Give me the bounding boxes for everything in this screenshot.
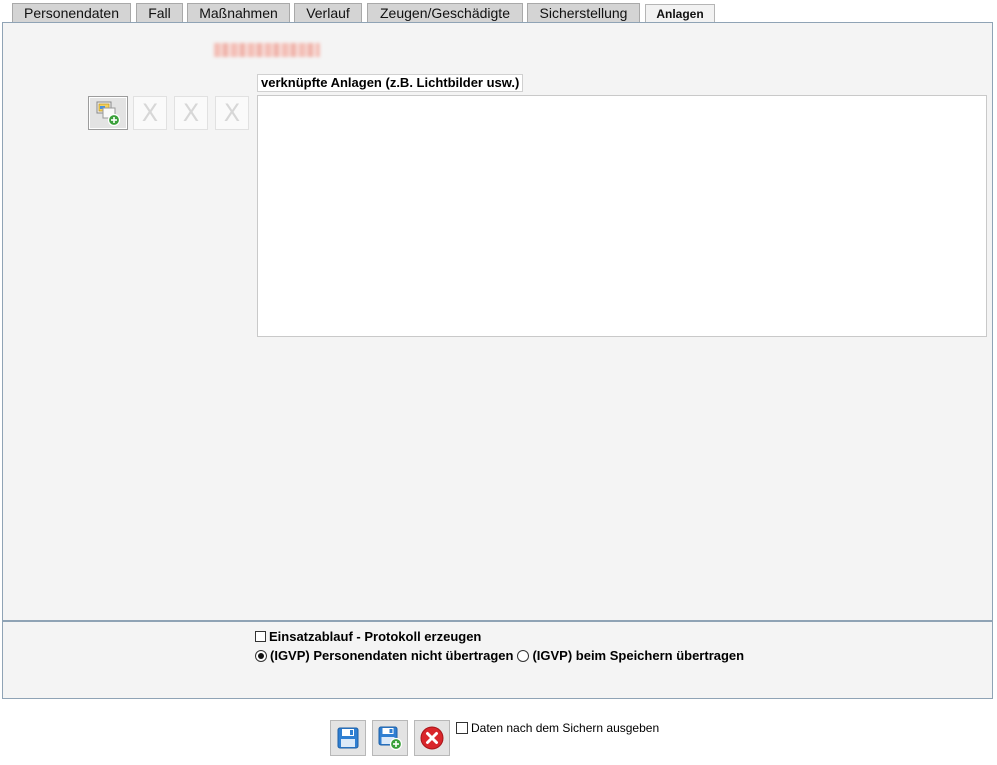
remove-icon: X	[141, 99, 159, 127]
igvp-no-transfer-label: (IGVP) Personendaten nicht übertragen	[270, 648, 514, 663]
tab-anlagen[interactable]: Anlagen	[645, 4, 715, 24]
output-after-save-option[interactable]: Daten nach dem Sichern ausgeben	[456, 721, 659, 735]
save-and-new-button[interactable]	[372, 720, 408, 756]
attachments-list[interactable]	[257, 95, 987, 337]
tab-massnahmen[interactable]: Maßnahmen	[187, 3, 290, 22]
add-attachment-button[interactable]	[88, 96, 128, 130]
save-button[interactable]	[330, 720, 366, 756]
tab-verlauf[interactable]: Verlauf	[294, 3, 362, 22]
output-after-save-label: Daten nach dem Sichern ausgeben	[471, 721, 660, 735]
remove-attachment-button-2[interactable]: X	[174, 96, 208, 130]
tab-zeugen-geschaedigte[interactable]: Zeugen/Geschädigte	[367, 3, 523, 22]
remove-icon: X	[182, 99, 200, 127]
igvp-transfer-label: (IGVP) beim Speichern übertragen	[532, 648, 745, 663]
remove-attachment-button-1[interactable]: X	[133, 96, 167, 130]
remove-attachment-button-3[interactable]: X	[215, 96, 249, 130]
attachments-list-label: verknüpfte Anlagen (z.B. Lichtbilder usw…	[257, 74, 524, 92]
add-attachment-icon	[96, 101, 121, 127]
igvp-options: (IGVP) Personendaten nicht übertragen (I…	[255, 648, 744, 663]
protocol-option[interactable]: Einsatzablauf - Protokoll erzeugen	[255, 629, 481, 644]
cancel-button[interactable]	[414, 720, 450, 756]
igvp-no-transfer-radio[interactable]	[255, 649, 267, 662]
cancel-icon	[420, 726, 444, 750]
redacted-name	[214, 43, 320, 57]
protocol-checkbox[interactable]	[255, 631, 266, 642]
protocol-checkbox-label: Einsatzablauf - Protokoll erzeugen	[269, 629, 482, 644]
save-add-icon	[378, 726, 403, 751]
output-after-save-checkbox[interactable]	[456, 722, 468, 734]
attachments-panel: X X X verknüpfte Anlagen (z.B. Lichtbild…	[2, 22, 993, 621]
remove-icon: X	[223, 99, 241, 127]
tab-fall[interactable]: Fall	[136, 3, 183, 22]
options-panel: Einsatzablauf - Protokoll erzeugen (IGVP…	[2, 621, 993, 699]
tab-personendaten[interactable]: Personendaten	[12, 3, 131, 22]
save-icon	[337, 727, 359, 749]
igvp-transfer-radio[interactable]	[517, 649, 530, 662]
tab-sicherstellung[interactable]: Sicherstellung	[527, 3, 640, 22]
